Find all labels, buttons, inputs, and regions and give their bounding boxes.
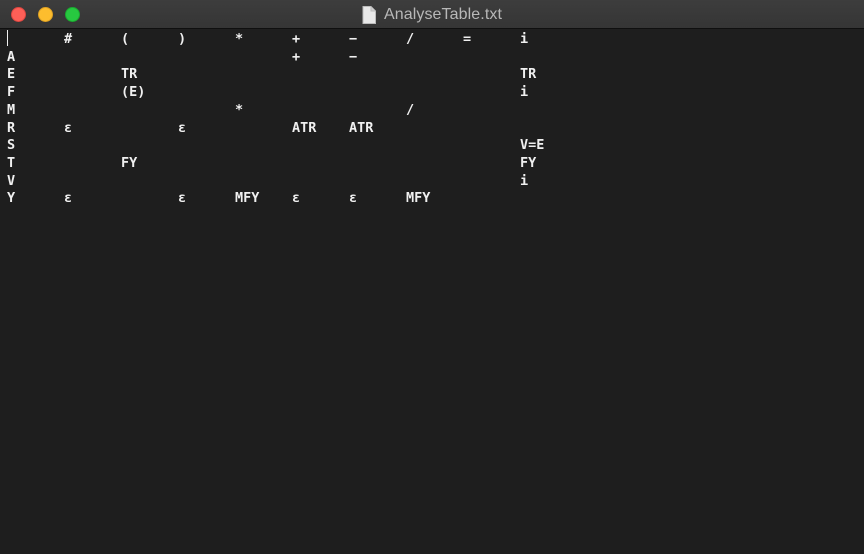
table-cell: ATR (349, 119, 374, 136)
row-label: A (7, 48, 16, 65)
table-cell: FY (121, 154, 138, 171)
title-bar[interactable]: AnalyseTable.txt (0, 0, 864, 29)
table-cell: MFY (235, 190, 260, 207)
row-label: Y (7, 190, 16, 207)
header-cell: # (64, 31, 73, 47)
table-cell: TR (520, 66, 537, 83)
table-row: Rε ε ATR ATR (0, 119, 864, 137)
table-cell: ε (178, 119, 187, 136)
header-cell: ( (121, 31, 130, 47)
table-cell: ε (349, 190, 358, 207)
header-cell: + (292, 31, 301, 47)
table-cell: FY (520, 154, 537, 171)
table-row: Vi (0, 172, 864, 190)
header-cell: − (349, 31, 358, 47)
table-row: E TR TR (0, 65, 864, 83)
document-icon (362, 5, 376, 24)
row-label: M (7, 101, 16, 118)
table-cell: ε (292, 190, 301, 207)
table-row: F (E) i (0, 83, 864, 101)
row-label: V (7, 172, 16, 189)
table-cell: * (235, 101, 244, 118)
table-header-row: # () * + − / = i (0, 30, 864, 48)
table-row: M * / (0, 101, 864, 119)
header-cell: * (235, 31, 244, 47)
window-title-group: AnalyseTable.txt (0, 0, 864, 29)
header-cell: i (520, 31, 529, 47)
window-title: AnalyseTable.txt (383, 5, 503, 23)
header-cell: / (406, 31, 415, 47)
text-editor-window: AnalyseTable.txt #() * + − / = i A + − E TR TR F (E) i M… (0, 0, 864, 554)
row-label: S (7, 137, 16, 154)
row-label: T (7, 154, 16, 171)
table-cell: i (520, 84, 529, 101)
table-cell: / (406, 101, 415, 118)
row-label: R (7, 119, 16, 136)
table-cell: TR (121, 66, 138, 83)
table-cell: ε (178, 190, 187, 207)
table-cell: ε (64, 190, 73, 207)
row-label: F (7, 84, 16, 101)
table-cell: V=E (520, 137, 545, 154)
table-row: A + − (0, 48, 864, 66)
header-cell: = (463, 31, 472, 47)
table-row: T FY FY (0, 154, 864, 172)
table-cell: ATR (292, 119, 317, 136)
table-cell: − (349, 48, 358, 65)
table-row: S V=E (0, 136, 864, 154)
row-label: E (7, 66, 16, 83)
table-cell: i (520, 172, 529, 189)
text-content-area[interactable]: # () * + − / = i A + − E TR TR F (E) i M * / Rε ε ATR ATR S V=E T F… (0, 29, 864, 554)
table-cell: ε (64, 119, 73, 136)
table-cell: (E) (121, 84, 146, 101)
table-row: Yε ε MFY ε ε MFY (0, 189, 864, 207)
table-cell: + (292, 48, 301, 65)
header-cell: ) (178, 31, 187, 47)
table-cell: MFY (406, 190, 431, 207)
